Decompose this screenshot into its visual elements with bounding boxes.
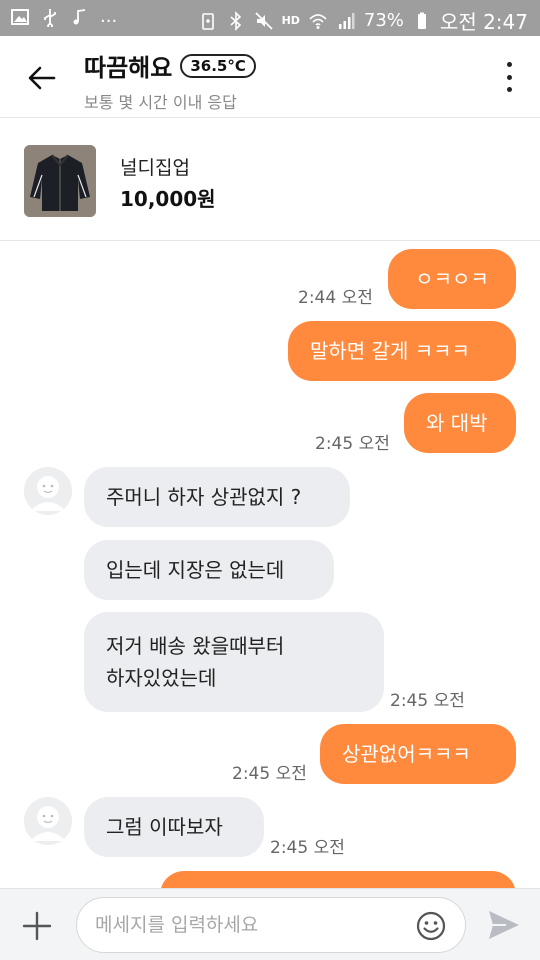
plus-icon [22, 911, 52, 941]
message-text: 와 대박 [426, 411, 488, 435]
chat-header: 따끔해요 36.5°C 보통 몇 시간 이내 응답 [0, 36, 540, 118]
hd-voice-label: HD [281, 14, 300, 27]
message-input[interactable] [95, 910, 415, 940]
status-bar-right: HD 73% 오전 2:47 [198, 6, 528, 35]
outgoing-message[interactable]: 말하면 갈게 ㅋㅋㅋ [288, 321, 516, 381]
outgoing-message[interactable]: ㅇㅋㅇㅋ [388, 249, 516, 309]
status-bar-left: ... [10, 6, 117, 27]
more-dot-icon [506, 74, 512, 80]
bluetooth-icon [230, 10, 241, 31]
incoming-message[interactable]: 입는데 지장은 없는데 [84, 540, 334, 600]
back-arrow-icon [28, 66, 56, 90]
avatar[interactable] [24, 797, 72, 845]
message-list[interactable]: ㅇㅋㅇㅋ 2:44 오전 말하면 갈게 ㅋㅋㅋ 와 대박 2:45 오전 주머니… [0, 241, 540, 888]
status-time: 오전 2:47 [439, 10, 528, 34]
avatar[interactable] [24, 467, 72, 515]
usb-icon [44, 8, 56, 27]
manner-temperature-badge: 36.5°C [180, 53, 256, 78]
attach-button[interactable] [18, 907, 56, 945]
chat-partner-name[interactable]: 따끔해요 [84, 48, 172, 83]
message-input-wrapper[interactable] [76, 897, 466, 953]
message-text: 그럼 이따보자 [106, 815, 223, 839]
product-price: 10,000원 [120, 187, 216, 211]
battery-saver-icon [201, 12, 214, 30]
status-ellipsis: ... [100, 6, 118, 27]
response-time-subtitle: 보통 몇 시간 이내 응답 [84, 93, 237, 112]
battery-percent: 73% [363, 10, 404, 31]
more-options-button[interactable] [500, 62, 518, 92]
status-bar: ... HD 73% 오전 2:47 [0, 0, 540, 36]
back-button[interactable] [22, 58, 62, 98]
message-text: ㅇㅋㅇㅋ [415, 267, 489, 291]
outgoing-message-partial[interactable] [160, 871, 516, 888]
outgoing-message[interactable]: 와 대박 [404, 393, 516, 453]
message-timestamp: 2:44 오전 [298, 288, 373, 308]
mute-icon [254, 11, 273, 30]
outgoing-message[interactable]: 상관없어ㅋㅋㅋ [320, 724, 516, 784]
message-timestamp: 2:45 오전 [390, 691, 465, 711]
message-text-line: 하자있었는데 [106, 666, 217, 690]
message-text: 주머니 하자 상관없지 ? [106, 485, 302, 509]
product-card[interactable]: 널디집업 10,000원 [0, 119, 540, 241]
image-icon [11, 8, 29, 25]
message-timestamp: 2:45 오전 [315, 434, 390, 454]
music-note-icon [73, 8, 86, 24]
battery-icon [417, 12, 426, 29]
more-dot-icon [506, 62, 512, 67]
default-profile-icon [24, 797, 72, 845]
emoji-icon[interactable] [415, 910, 447, 942]
message-timestamp: 2:45 오전 [270, 838, 345, 858]
product-name: 널디집업 [120, 157, 190, 179]
message-text: 말하면 갈게 ㅋㅋㅋ [310, 339, 470, 363]
send-icon[interactable] [486, 907, 522, 943]
incoming-message[interactable]: 그럼 이따보자 [84, 797, 264, 857]
message-timestamp: 2:45 오전 [232, 764, 307, 784]
message-text: 입는데 지장은 없는데 [106, 558, 285, 582]
jacket-image-icon [24, 145, 96, 217]
message-text-line: 저거 배송 왔을때부터 [106, 634, 285, 658]
chat-title-group: 따끔해요 36.5°C 보통 몇 시간 이내 응답 [84, 48, 256, 113]
product-thumbnail[interactable] [24, 145, 96, 217]
more-dot-icon [506, 87, 512, 92]
incoming-message[interactable]: 저거 배송 왔을때부터 하자있었는데 [84, 612, 384, 712]
message-text: 상관없어ㅋㅋㅋ [342, 742, 471, 766]
wifi-icon [309, 13, 327, 29]
default-profile-icon [24, 467, 72, 515]
message-input-bar [0, 888, 540, 960]
signal-icon [338, 12, 355, 29]
incoming-message[interactable]: 주머니 하자 상관없지 ? [84, 467, 350, 527]
